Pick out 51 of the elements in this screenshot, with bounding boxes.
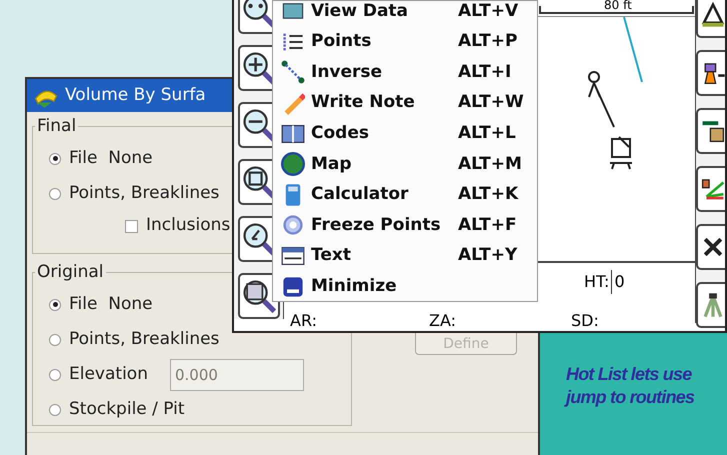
shortcut-label: ALT+I [458, 60, 512, 84]
menu-item[interactable]: Write Note ALT+W [273, 88, 537, 118]
toolbar-button[interactable] [696, 224, 725, 270]
shortcut-label: ALT+M [458, 152, 522, 176]
shortcut-label: ALT+F [458, 214, 517, 237]
menu-item[interactable]: Map ALT+M [273, 148, 537, 180]
toolbar-button[interactable] [696, 166, 725, 212]
radio-label: Elevation [69, 362, 148, 386]
checkbox-label: Inclusions [146, 214, 230, 238]
radio-label: Stockpile / Pit [69, 398, 185, 421]
radio-label: File None [69, 292, 153, 316]
status-label: HT: [584, 271, 610, 293]
menu-item[interactable]: Text ALT+Y [273, 240, 537, 272]
menu-item[interactable]: Calculator ALT+K [273, 180, 537, 210]
caption-text: jump to routines [566, 386, 694, 409]
shortcut-label: ALT+L [458, 122, 516, 145]
shortcut-label: ALT+W [458, 91, 524, 114]
radio-label: Points, Breaklines [69, 328, 220, 351]
toolbar-button[interactable] [696, 108, 725, 154]
window-icon [281, 274, 305, 299]
scale-label: 80 ft [602, 0, 634, 12]
radio-button[interactable] [49, 188, 61, 200]
radio-button[interactable] [49, 404, 61, 416]
radio-button[interactable] [49, 298, 61, 310]
shortcut-label: ALT+K [458, 183, 518, 206]
shortcut-label: ALT+Y [458, 244, 518, 268]
shortcut-label: ALT+P [458, 30, 518, 54]
status-label: SD: [571, 310, 599, 332]
radio-label: File None [69, 146, 153, 170]
toolbar-button[interactable] [696, 282, 725, 328]
radio-button[interactable] [49, 334, 61, 346]
radio-label: Points, Breaklines [69, 182, 220, 205]
ht-field[interactable]: 0 [611, 270, 652, 294]
menu-item[interactable]: Codes ALT+L [273, 118, 537, 149]
menu-item[interactable]: Freeze Points ALT+F [273, 210, 537, 241]
toolbar-button[interactable] [696, 0, 725, 38]
shortcut-label: ALT+V [458, 1, 518, 23]
checkbox[interactable] [125, 220, 138, 232]
caption-text: Hot List lets use [566, 363, 693, 386]
menu-item[interactable]: Minimize [273, 271, 537, 301]
menu-item[interactable]: Points ALT+P [273, 26, 537, 58]
menu-item[interactable]: Inverse ALT+I [273, 57, 537, 88]
menu-item[interactable]: View Data ALT+V [273, 1, 537, 27]
status-label: AR: [290, 310, 317, 332]
radio-button[interactable] [49, 368, 61, 380]
globe-icon [281, 152, 305, 176]
radio-button[interactable] [49, 152, 61, 164]
window-title: Volume By Surfa [65, 84, 206, 107]
toolbar-button[interactable] [696, 50, 725, 96]
line-points-icon [281, 60, 305, 84]
status-label: ZA: [429, 310, 456, 332]
